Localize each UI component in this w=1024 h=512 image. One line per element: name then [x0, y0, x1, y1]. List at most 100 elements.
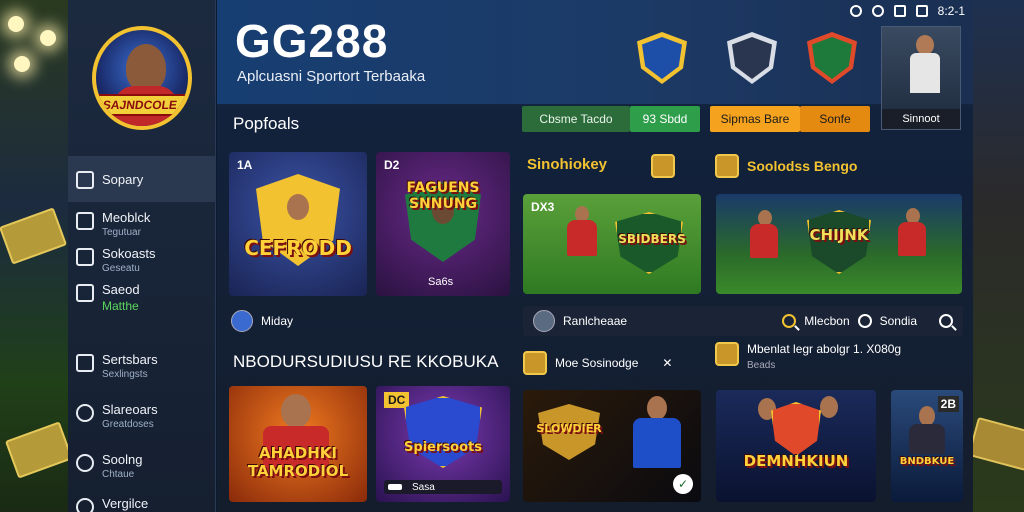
- sidebar-item-sopary[interactable]: Sopary: [68, 156, 216, 202]
- promo-right-row[interactable]: Mbenlat legr abolgr 1. X080g Beads: [715, 342, 901, 372]
- circle-icon: [76, 498, 94, 512]
- game-card-faguens[interactable]: D2 FAGUENS SNNUNG Sa6s: [376, 152, 510, 296]
- play-icon[interactable]: ✓: [673, 474, 693, 494]
- featured-player-card[interactable]: Sinnoot: [881, 26, 961, 130]
- sidebar-item-saeod[interactable]: Saeod Matthe: [68, 282, 216, 313]
- sidebar-item-sertsbars[interactable]: Sertsbars Sexlingsts: [68, 352, 216, 380]
- floodlight-icon: [40, 30, 56, 46]
- section-title-monkey: Sinohiokey: [527, 156, 608, 173]
- close-icon[interactable]: ✕: [662, 356, 672, 370]
- promo-left-label: Moe Sosinodge: [555, 356, 639, 370]
- trophy-shield-icon[interactable]: [637, 32, 687, 84]
- floodlight-icon: [14, 56, 30, 72]
- filter-pill-4[interactable]: Sonfe: [800, 106, 870, 132]
- card-title: SLOWDIER: [536, 422, 602, 435]
- signal-icon: [893, 5, 906, 17]
- promo-left-row[interactable]: Moe Sosinodge ✕: [523, 348, 672, 378]
- grid-icon: [76, 354, 94, 372]
- sidebar-item-sokoasts[interactable]: Sokoasts Geseatu: [68, 246, 216, 274]
- card-tag: 1A: [237, 158, 253, 172]
- user-avatar[interactable]: [533, 310, 555, 332]
- game-card-ahadhki[interactable]: AHADHKI TAMRODIOL: [229, 386, 367, 502]
- game-card-cefrodd[interactable]: 1A CEFRODD: [229, 152, 367, 296]
- league-icon: [231, 310, 253, 332]
- sidebar-item-label: Soolng: [102, 452, 143, 467]
- game-card-chijnk[interactable]: CHIJNK: [716, 194, 962, 294]
- sidebar-item-meoblck[interactable]: Meoblck Tegutuar: [68, 210, 216, 238]
- player-body: [567, 220, 597, 256]
- sidebar-item-soolng[interactable]: Soolng Chtaue: [68, 452, 216, 480]
- section-title-popular: Popfoals: [233, 114, 300, 133]
- sidebar-item-sublabel: Greatdoses: [102, 419, 154, 430]
- filter-pill-1[interactable]: Cbsme Tacdo: [522, 106, 630, 132]
- shield-inner: [812, 37, 852, 79]
- shield-inner: [732, 37, 772, 79]
- sidebar-item-label: Sertsbars: [102, 352, 158, 367]
- sidebar-item-label: Sopary: [102, 171, 144, 187]
- row-label: Ranlcheaae: [563, 314, 628, 328]
- brand-subtitle: Aplcuasni Sportort Terbaaka: [237, 68, 426, 85]
- game-card-sbidbers[interactable]: DX3 SBIDBERS: [523, 194, 701, 294]
- player-head: [287, 194, 309, 220]
- circle-icon: [76, 454, 94, 472]
- card-tag: DC: [384, 392, 410, 408]
- stadium-background-left: [0, 0, 70, 512]
- featured-player-label: Sinnoot: [882, 109, 960, 129]
- battery-icon: [915, 5, 928, 17]
- ball-icon: [76, 248, 94, 266]
- basketball-shield-icon[interactable]: [807, 32, 857, 84]
- sidebar-item-label: Vergilce: [102, 496, 149, 511]
- sidebar-item-sublabel: Chtaue: [102, 469, 135, 480]
- main-content: GG288 Aplcuasni Sportort Terbaaka 8:2-1 …: [217, 0, 973, 512]
- player-head: [820, 396, 838, 418]
- game-card-slowdier[interactable]: SLOWDIER ✓: [523, 390, 701, 502]
- player-body: [909, 424, 945, 454]
- money-icon: [972, 416, 1024, 472]
- badge-icon: [715, 154, 739, 178]
- promo-right-sub: Beads: [747, 360, 776, 371]
- card-tag: DX3: [531, 200, 555, 214]
- sidebar-item-label: Slareoars: [102, 402, 158, 417]
- money-icon: [0, 207, 68, 265]
- card-title: AHADHKI TAMRODIOL: [247, 444, 349, 480]
- player-head: [916, 35, 934, 55]
- today-label: Miday: [261, 314, 294, 328]
- wifi-icon: [871, 5, 884, 17]
- sidebar-item-label: Saeod: [102, 282, 140, 297]
- sidebar-item-slareoars[interactable]: Slareoars Greatdoses: [68, 402, 216, 430]
- player-head: [281, 394, 311, 428]
- match-filter-row: Ranlcheaae Mlecbon Sondia: [523, 306, 963, 336]
- row-mid-label[interactable]: Mlecbon: [804, 314, 849, 328]
- refresh-icon: [76, 404, 94, 422]
- today-row[interactable]: Miday: [231, 306, 293, 336]
- game-card-demnhkiun[interactable]: DEMNHKIUN: [716, 390, 876, 502]
- sidebar: SAJNDCOLE Sopary Meoblck Tegutuar Sokoas…: [68, 0, 216, 512]
- status-time: 8:2-1: [937, 4, 965, 18]
- filter-pill-3[interactable]: Sipmas Bare: [710, 106, 800, 132]
- toggle-icon[interactable]: [388, 484, 402, 490]
- ball-icon: [76, 212, 94, 230]
- search-icon[interactable]: [782, 314, 797, 328]
- settings-icon[interactable]: [857, 314, 872, 328]
- section-title-big: NBODURSUDIUSU RE KKOBUKA: [233, 352, 499, 371]
- row-right-label[interactable]: Sondia: [880, 314, 917, 328]
- badge-icon: [651, 154, 675, 178]
- game-card-bndbkue[interactable]: 2B BNDBKUE: [891, 390, 963, 502]
- logo-ribbon-text: SAJNDCOLE: [96, 94, 188, 116]
- stadium-background-right: [972, 0, 1024, 512]
- card-tag: 2B: [937, 396, 959, 412]
- alarm-icon: [849, 5, 862, 17]
- search-icon[interactable]: [939, 314, 953, 328]
- sidebar-item-vergilce[interactable]: Vergilce: [68, 496, 216, 512]
- app-logo[interactable]: SAJNDCOLE: [92, 26, 192, 130]
- card-progress-row: Sasa: [384, 480, 502, 494]
- player-body: [910, 53, 940, 93]
- filter-pill-2[interactable]: 93 Sbdd: [630, 106, 700, 132]
- card-title: SBIDBERS: [618, 232, 686, 246]
- badge-icon: [523, 351, 547, 375]
- game-card-spiersoots[interactable]: DC Spiersoots Sasa: [376, 386, 510, 502]
- card-caption: Sa6s: [428, 276, 454, 288]
- sidebar-item-label: Sokoasts: [102, 246, 156, 261]
- card-title: FAGUENS SNNUNG: [406, 180, 480, 212]
- gloves-shield-icon[interactable]: [727, 32, 777, 84]
